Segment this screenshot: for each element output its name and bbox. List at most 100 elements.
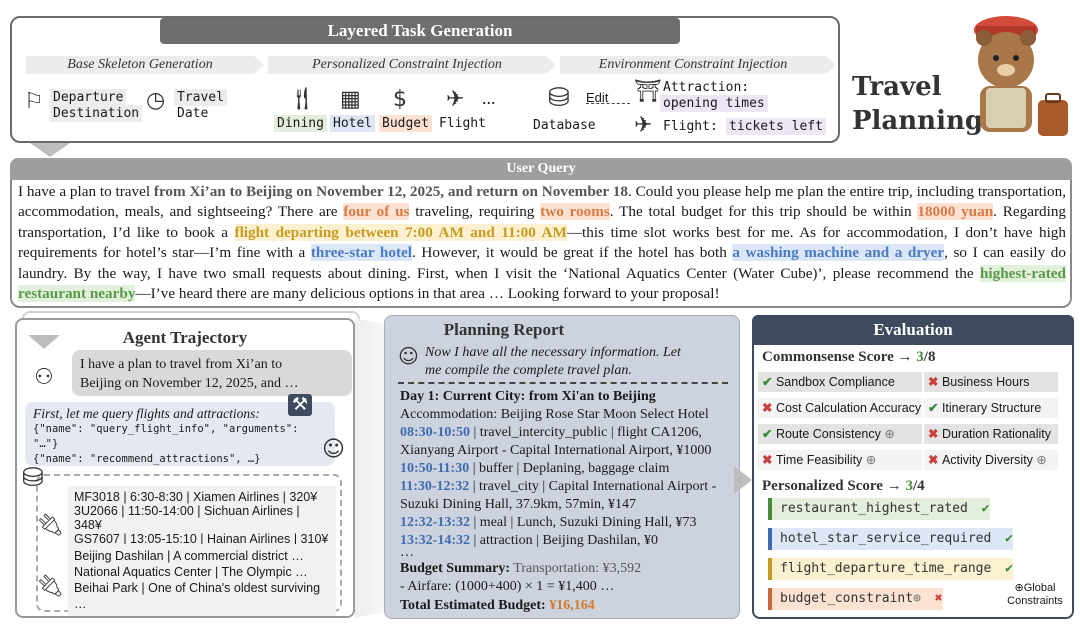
- flight-chip: Flight: [439, 116, 486, 131]
- edit-arrow: [586, 103, 630, 104]
- attraction-result-row: National Aquatics Center | The Olympic …: [74, 565, 308, 579]
- personalized-item: restaurant_highest_rated ✔: [768, 498, 990, 520]
- cross-icon: ✖: [762, 453, 776, 467]
- commonsense-item-label: Sandbox Compliance: [775, 375, 895, 389]
- commonsense-label: Commonsense Score →: [762, 349, 917, 365]
- task-generation-title: Layered Task Generation: [160, 18, 680, 44]
- commonsense-item-label: Cost Calculation Accuracy: [775, 401, 922, 415]
- item-time: 08:30-10:50: [400, 425, 470, 440]
- q-flight-window: flight departing between 7:00 AM and 11:…: [234, 223, 567, 241]
- flight-env-value: tickets left: [726, 118, 826, 135]
- attraction-result-row: Beihai Park | One of China's oldest surv…: [74, 581, 321, 611]
- report-item: Xianyang Airport - Capital International…: [400, 442, 711, 460]
- budget-chip: Budget: [379, 115, 432, 132]
- item-time: 10:50-11:30: [400, 461, 470, 476]
- trajectory-connector: [355, 318, 385, 618]
- personalized-item: flight_departure_time_range ✔: [768, 558, 1013, 580]
- globe-icon: ⊕: [1032, 453, 1047, 467]
- total-budget-value: ¥16,164: [549, 598, 595, 613]
- item-desc: | travel_intercity_public | flight CA120…: [470, 425, 702, 440]
- check-icon: ✔: [762, 427, 776, 441]
- database-label: Database: [533, 118, 596, 133]
- report-divider: [398, 382, 728, 384]
- user-query-title: User Query: [10, 158, 1072, 180]
- total-budget: Total Estimated Budget: ¥16,164: [400, 597, 595, 615]
- attraction-value: opening times: [660, 95, 768, 112]
- attraction-result-row: Beijing Dashilan | A commercial district…: [74, 549, 304, 563]
- plug-icon: 🔌︎: [36, 513, 64, 538]
- check-icon: ✔: [762, 375, 776, 389]
- clock-icon: ◷: [146, 88, 166, 113]
- commonsense-num: 3: [916, 349, 924, 365]
- global-constraints-legend: ⊕Global Constraints: [1000, 582, 1070, 608]
- attraction-icon: ⛩: [634, 79, 662, 104]
- commonsense-item-label: Activity Diversity: [941, 453, 1033, 467]
- flight-icon: ✈: [446, 87, 465, 112]
- report-item: 13:32-14:32 | attraction | Beijing Dashi…: [400, 532, 658, 550]
- personalized-num: 3: [905, 478, 913, 494]
- personalized-item-label: flight_departure_time_range: [780, 561, 992, 576]
- budget-transport: Transportation: ¥3,592: [510, 561, 642, 576]
- item-desc: | meal | Lunch, Suzuki Dining Hall, ¥73: [470, 515, 697, 530]
- commonsense-item-label: Time Feasibility: [775, 453, 863, 467]
- q-text: . The total budget for this trip should …: [609, 203, 918, 221]
- q-text: . However, it would be great if the hote…: [412, 244, 733, 262]
- commonsense-item-label: Business Hours: [941, 375, 1030, 389]
- cross-icon: ✖: [928, 453, 942, 467]
- user-message: I have a plan to travel from Xi’an to Be…: [72, 350, 352, 396]
- report-item: 11:30-12:32 | travel_city | Capital Inte…: [400, 478, 716, 496]
- travel-label: Travel: [174, 89, 227, 106]
- commonsense-item: ✔ Sandbox Compliance: [758, 372, 922, 392]
- tool-call: {"name": "recommend_attractions", …}: [33, 453, 261, 465]
- report-accommodation: Accommodation: Beijing Rose Star Moon Se…: [400, 407, 709, 422]
- commonsense-item: ✖ Cost Calculation Accuracy: [758, 398, 922, 418]
- globe-icon: ⊕: [913, 591, 921, 606]
- budget-summary: Budget Summary: Transportation: ¥3,592: [400, 560, 641, 578]
- cross-icon: ✖: [926, 591, 943, 606]
- dining-icon: 🍴︎: [288, 87, 316, 112]
- user-message-line: I have a plan to travel from Xi’an to: [80, 357, 283, 372]
- budget-summary-label: Budget Summary:: [400, 561, 511, 576]
- stage-environment: Environment Constraint Injection: [560, 56, 836, 74]
- agent-message-text: First, let me query flights and attracti…: [33, 406, 260, 421]
- hotel-icon: ▦: [340, 87, 361, 112]
- commonsense-item: ✖ Business Hours: [924, 372, 1058, 392]
- planning-report-title: Planning Report: [443, 320, 565, 339]
- q-text: I have a plan to travel: [18, 183, 154, 200]
- tool-call: {"name": "query_flight_info", "arguments…: [33, 423, 299, 450]
- flight-env-icon: ✈: [634, 113, 653, 138]
- flight-result-row: 3U2066 | 11:50-14:00 | Sichuan Airlines …: [74, 504, 300, 532]
- q-people: four of us: [343, 203, 410, 221]
- check-icon: ✔: [973, 501, 990, 516]
- hotel-chip: Hotel: [330, 115, 376, 132]
- personalized-score: Personalized Score → 3/4: [762, 478, 925, 495]
- cross-icon: ✖: [762, 401, 776, 415]
- q-text: traveling, requiring: [409, 203, 541, 221]
- commonsense-score: Commonsense Score → 3/8: [762, 349, 935, 366]
- robot-icon: ☺: [322, 437, 345, 462]
- personalized-item-label: restaurant_highest_rated: [780, 501, 968, 516]
- database-icon: ⛁: [22, 463, 44, 493]
- q-budget: 18000 yuan: [917, 203, 994, 221]
- commonsense-item: ✖ Duration Rationality: [924, 424, 1058, 444]
- total-budget-label: Total Estimated Budget:: [400, 598, 546, 613]
- dining-chip: Dining: [274, 115, 327, 132]
- commonsense-item-label: Duration Rationality: [941, 427, 1052, 441]
- personalized-label: Personalized Score →: [762, 478, 906, 494]
- globe-icon: ⊕: [880, 427, 895, 441]
- more-ellipsis: ...: [482, 88, 496, 108]
- globe-icon: ⊕: [862, 453, 877, 467]
- departure-label: Departure: [50, 89, 127, 106]
- commonsense-item: ✔ Route Consistency ⊕: [758, 424, 922, 444]
- report-day: Day 1: Current City: from Xi'an to Beiji…: [400, 389, 656, 404]
- q-hotel-star: three-star hotel: [310, 244, 412, 262]
- budget-airfare: - Airfare: (1000+400) × 1 = ¥1,400 …: [400, 579, 615, 594]
- user-icon: ⚇: [34, 365, 54, 390]
- commonsense-item: ✖ Activity Diversity ⊕: [924, 450, 1058, 470]
- cross-icon: ✖: [928, 427, 942, 441]
- commonsense-den: /8: [923, 349, 936, 365]
- item-desc: Suzuki Dining Hall, 37.9km, 57min, ¥147: [400, 497, 637, 512]
- check-icon: ✔: [997, 531, 1013, 546]
- q-rooms: two rooms: [540, 203, 610, 221]
- attraction-results: Beijing Dashilan | A commercial district…: [68, 544, 336, 616]
